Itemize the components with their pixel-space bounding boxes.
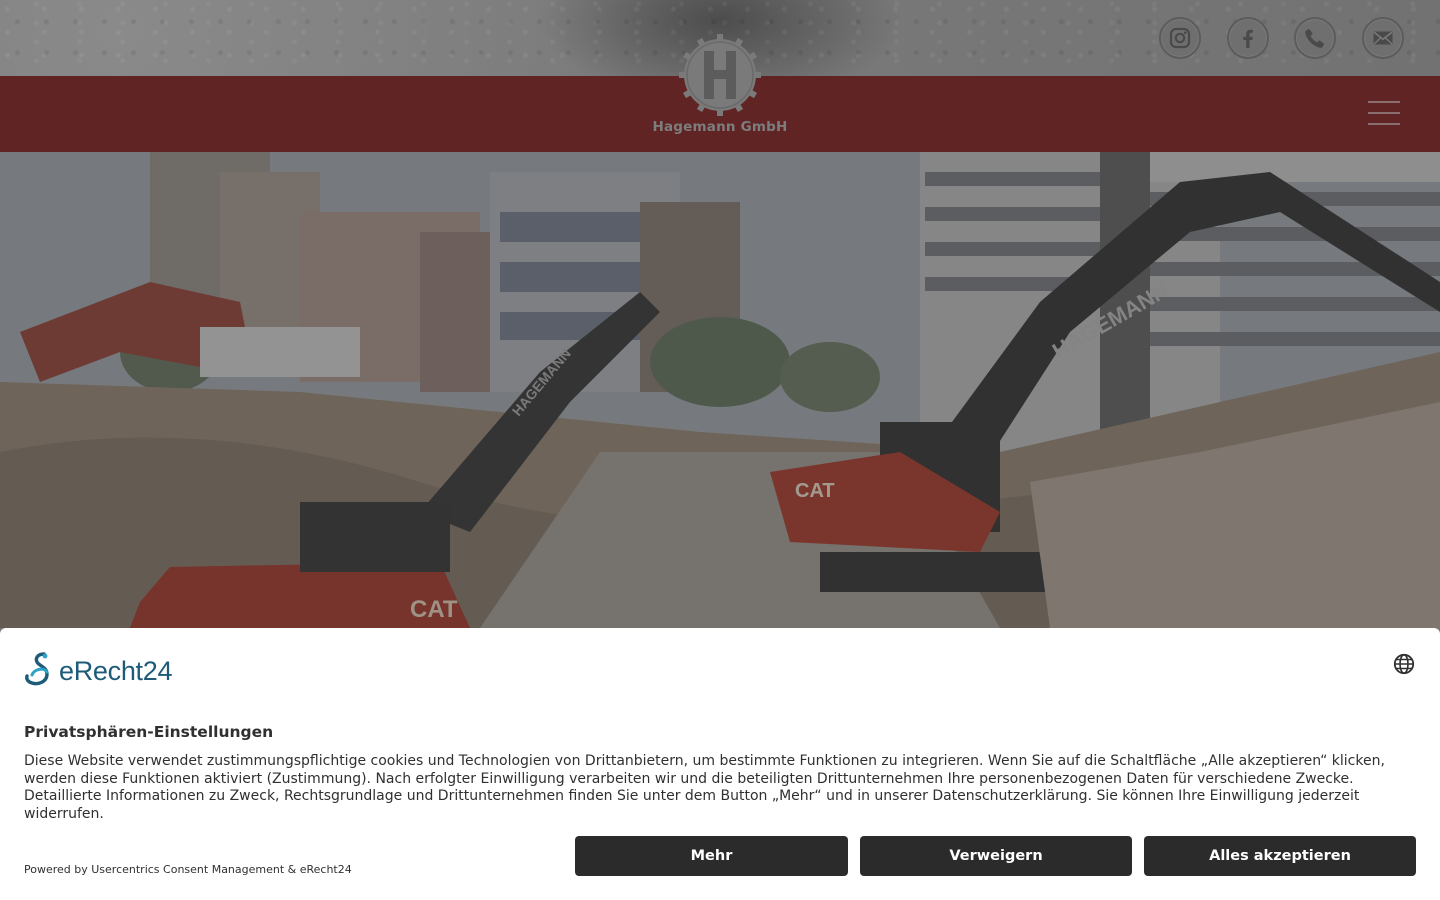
erecht24-brand-name: eRecht24 bbox=[59, 655, 173, 686]
hamburger-line bbox=[1368, 112, 1400, 114]
hero-image: HAGEMANN CAT HAGEMANN CAT bbox=[0, 152, 1440, 628]
company-logo[interactable]: Hagemann GmbH bbox=[650, 32, 790, 142]
instagram-link[interactable] bbox=[1159, 17, 1201, 59]
consent-title: Privatsphären-Einstellungen bbox=[24, 723, 274, 741]
phone-icon bbox=[1305, 29, 1324, 48]
mail-icon bbox=[1373, 31, 1393, 45]
facebook-link[interactable] bbox=[1227, 17, 1269, 59]
mail-link[interactable] bbox=[1362, 17, 1404, 59]
hamburger-line bbox=[1368, 101, 1400, 103]
accept-all-button[interactable]: Alles akzeptieren bbox=[1144, 836, 1416, 876]
consent-description: Diese Website verwendet zustimmungspflic… bbox=[24, 753, 1385, 822]
globe-icon[interactable] bbox=[1393, 653, 1415, 675]
deny-button[interactable]: Verweigern bbox=[860, 836, 1132, 876]
hamburger-line bbox=[1368, 123, 1400, 125]
logo-text: Hagemann GmbH bbox=[652, 119, 788, 135]
facebook-icon bbox=[1243, 29, 1253, 48]
powered-by-note: Powered by Usercentrics Consent Manageme… bbox=[24, 863, 352, 876]
erecht24-logo-icon bbox=[25, 652, 49, 686]
logo-gear-badge bbox=[679, 34, 761, 116]
hero-dim-overlay bbox=[0, 152, 1440, 628]
more-button[interactable]: Mehr bbox=[575, 836, 848, 876]
instagram-icon bbox=[1169, 27, 1191, 49]
erecht24-brand: eRecht24 bbox=[24, 651, 172, 691]
hamburger-menu-icon[interactable] bbox=[1368, 101, 1400, 125]
phone-link[interactable] bbox=[1294, 17, 1336, 59]
